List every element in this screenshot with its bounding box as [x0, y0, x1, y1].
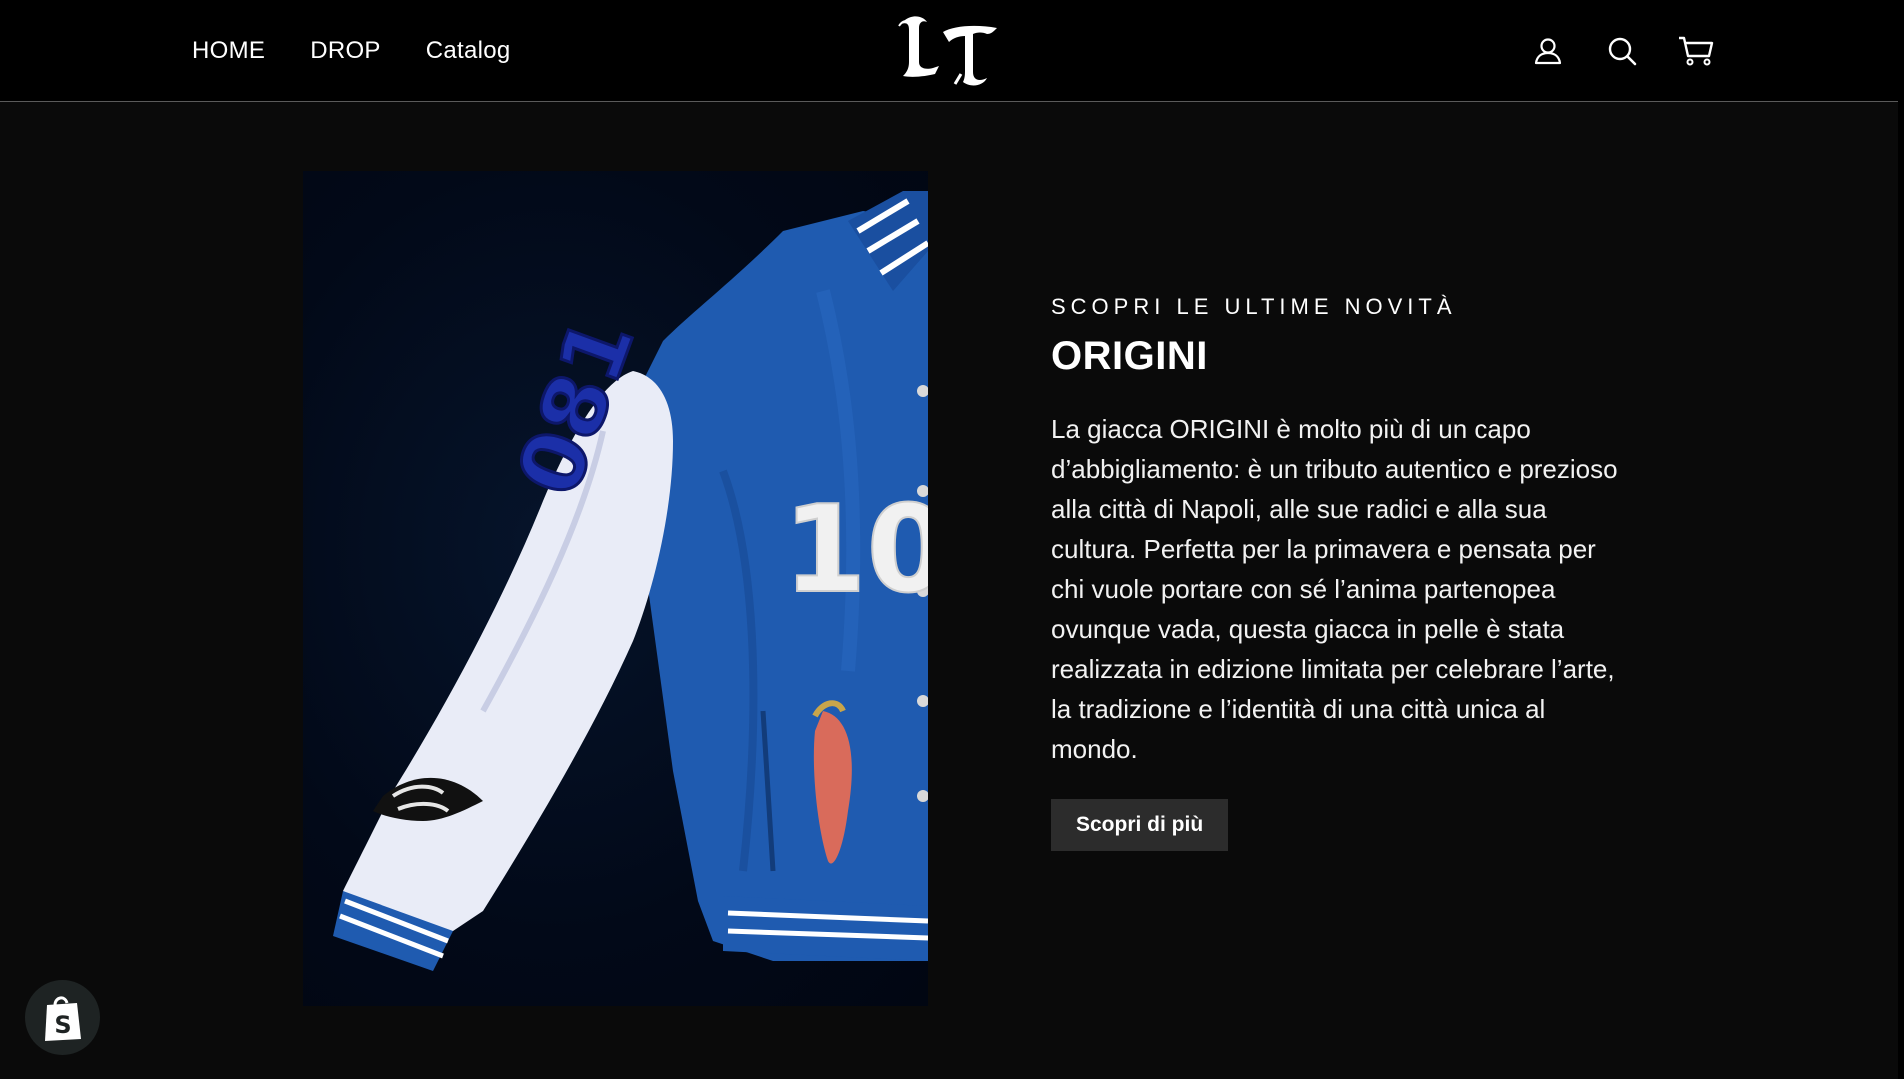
nav-item-drop[interactable]: DROP	[310, 37, 381, 65]
search-icon[interactable]	[1604, 33, 1640, 69]
header-actions	[1530, 0, 1714, 102]
hero-description: La giacca ORIGINI è molto più di un capo…	[1051, 414, 1618, 764]
brand-logo[interactable]	[893, 10, 1005, 90]
shopify-chat-badge[interactable]: S	[25, 980, 100, 1055]
cart-icon[interactable]	[1678, 33, 1714, 69]
svg-text:10: 10	[783, 481, 928, 620]
account-icon[interactable]	[1530, 33, 1566, 69]
hero-subtitle: SCOPRI LE ULTIME NOVITÀ	[1051, 294, 1457, 319]
hero-title: ORIGINI	[1051, 334, 1208, 378]
page-edge	[1898, 0, 1904, 1079]
product-image: 081 10	[303, 171, 928, 1006]
nav-item-home[interactable]: HOME	[192, 37, 265, 65]
svg-text:S: S	[54, 1011, 71, 1039]
hero-text: SCOPRI LE ULTIME NOVITÀ ORIGINI La giacc…	[1051, 294, 1631, 851]
shopify-bag-icon: S	[44, 996, 81, 1041]
discover-more-button[interactable]: Scopri di più	[1051, 799, 1229, 851]
main-nav: HOME DROP Catalog	[192, 0, 511, 102]
nav-item-catalog[interactable]: Catalog	[426, 37, 511, 65]
site-header: HOME DROP Catalog	[0, 0, 1904, 102]
